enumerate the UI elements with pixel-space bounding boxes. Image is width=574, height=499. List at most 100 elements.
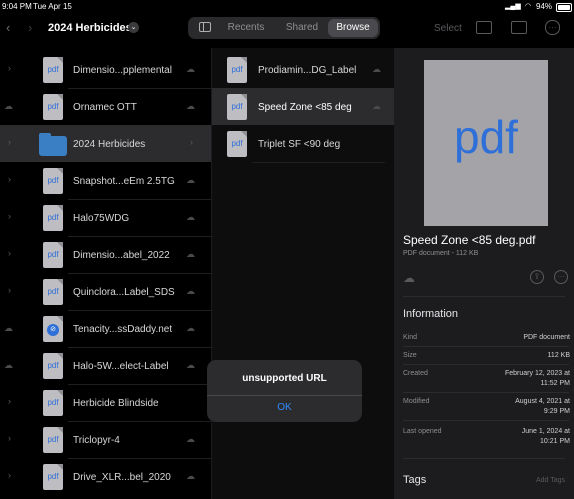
cloud-icon: ☁ — [4, 360, 13, 370]
cloud-download-icon[interactable]: ☁ — [186, 323, 195, 334]
file-name: Prodiamin...DG_Label — [258, 65, 357, 76]
info-value: February 12, 2023 at — [505, 370, 570, 377]
more-icon[interactable]: ··· — [554, 270, 568, 284]
add-tags-button[interactable]: Add Tags — [536, 477, 565, 484]
list-item[interactable]: pdf Triplet SF <90 deg — [212, 125, 395, 162]
list-item[interactable]: › pdf Halo75WDG ☁ — [0, 199, 211, 236]
battery-icon — [556, 3, 572, 12]
pdf-file-icon: pdf — [43, 168, 63, 194]
list-item[interactable]: › pdf Drive_XLR...bel_2020 ☁ — [0, 458, 211, 495]
tab-shared[interactable]: Shared — [276, 17, 328, 39]
chevron-right-icon: › — [8, 211, 11, 221]
info-value: PDF document — [523, 334, 570, 341]
info-label: Last opened — [403, 428, 442, 435]
file-name: Herbicide Blindside — [73, 398, 159, 409]
alert-title: unsupported URL — [242, 373, 327, 384]
chevron-down-icon[interactable]: ⌄ — [128, 22, 139, 33]
column-view-icon[interactable] — [511, 21, 527, 34]
pdf-file-icon: pdf — [43, 205, 63, 231]
pdf-file-icon: pdf — [43, 94, 63, 120]
list-item[interactable]: › pdf Triclopyr-4 ☁ — [0, 421, 211, 458]
chevron-right-icon: › — [8, 433, 11, 443]
cloud-download-icon[interactable]: ☁ — [186, 360, 195, 371]
folder-name: 2024 Herbicides — [73, 139, 146, 150]
info-value-time: 10:21 PM — [540, 438, 570, 445]
chevron-right-icon: › — [8, 285, 11, 295]
list-item[interactable]: › pdf Herbicide Blindside — [0, 384, 211, 421]
back-icon[interactable]: ‹ — [6, 20, 10, 35]
list-item[interactable]: › pdf Dimensio...abel_2022 ☁ — [0, 236, 211, 273]
file-name: Snapshot...eEm 2.5TG — [73, 176, 175, 187]
status-bar: 9:04 PM Tue Apr 15 ▂▄▆ ◠ 94% — [0, 0, 574, 14]
chevron-right-icon: › — [8, 248, 11, 258]
tab-browse[interactable]: Browse — [328, 19, 378, 37]
file-name: Triclopyr-4 — [73, 435, 120, 446]
wifi-icon: ◠ — [525, 3, 532, 10]
more-icon[interactable]: ··· — [545, 20, 560, 35]
list-item[interactable]: pdf Prodiamin...DG_Label ☁ — [212, 51, 395, 88]
sidebar-toggle-icon[interactable] — [194, 17, 216, 39]
information-header: Information — [403, 308, 459, 320]
tags-header: Tags — [403, 474, 427, 486]
file-name: Quinclora...Label_SDS — [73, 287, 175, 298]
folder-title[interactable]: 2024 Herbicides — [48, 22, 132, 34]
file-name: Drive_XLR...bel_2020 — [73, 472, 171, 483]
list-item[interactable]: ☁ pdf Halo-5W...elect-Label ☁ — [0, 347, 211, 384]
pdf-file-icon: pdf — [43, 353, 63, 379]
cloud-download-icon[interactable]: ☁ — [372, 64, 381, 75]
cloud-download-icon[interactable]: ☁ — [186, 212, 195, 223]
pdf-thumbnail: pdf — [424, 60, 548, 226]
file-column: › pdf Dimensio...pplemental ☁ ☁ pdf Orna… — [0, 48, 211, 499]
list-item[interactable]: › pdf Snapshot...eEm 2.5TG ☁ — [0, 162, 211, 199]
preview-subtitle: PDF document - 112 KB — [403, 250, 479, 257]
pdf-file-icon: pdf — [43, 427, 63, 453]
tab-recents[interactable]: Recents — [222, 17, 270, 39]
cloud-download-icon[interactable]: ☁ — [186, 175, 195, 186]
alert-ok-button[interactable]: OK — [207, 396, 362, 422]
status-date: Tue Apr 15 — [33, 2, 72, 11]
chevron-right-icon: › — [8, 470, 11, 480]
alert-dialog: unsupported URL OK — [207, 360, 362, 422]
view-segment: Recents Shared Browse — [188, 17, 380, 39]
folder-icon — [39, 133, 67, 156]
subfolder-column: pdf Prodiamin...DG_Label ☁ pdf Speed Zon… — [211, 48, 395, 499]
new-folder-icon[interactable] — [476, 21, 492, 34]
cloud-icon: ☁ — [4, 101, 13, 111]
share-icon[interactable]: ⇪ — [530, 270, 544, 284]
cloud-download-icon[interactable]: ☁ — [186, 434, 195, 445]
list-item-selected-folder[interactable]: › 2024 Herbicides › — [0, 125, 211, 162]
file-name: Ornamec OTT — [73, 102, 137, 113]
file-name: Speed Zone <85 deg — [258, 102, 352, 113]
preview-title: Speed Zone <85 deg.pdf — [403, 233, 536, 247]
file-name: Tenacity...ssDaddy.net — [73, 324, 173, 335]
forward-icon[interactable]: › — [28, 20, 32, 35]
cloud-icon: ☁ — [4, 323, 13, 333]
file-name: Halo-5W...elect-Label — [73, 361, 169, 372]
list-item[interactable]: › pdf Quinclora...Label_SDS ☁ — [0, 273, 211, 310]
list-item[interactable]: › pdf Dimensio...pplemental ☁ — [0, 51, 211, 88]
list-item[interactable]: ☁ pdf Ornamec OTT ☁ — [0, 88, 211, 125]
chevron-right-icon: › — [8, 137, 11, 147]
cloud-download-icon[interactable]: ☁ — [403, 271, 415, 285]
cloud-download-icon[interactable]: ☁ — [186, 101, 195, 112]
file-name: Dimensio...pplemental — [73, 65, 172, 76]
info-value-time: 11:52 PM — [540, 380, 570, 387]
info-label: Modified — [403, 398, 430, 405]
cloud-download-icon[interactable]: ☁ — [186, 249, 195, 260]
pdf-file-icon: pdf — [43, 464, 63, 490]
cloud-download-icon[interactable]: ☁ — [372, 101, 381, 112]
info-label: Size — [403, 352, 417, 359]
chevron-right-icon: › — [190, 137, 193, 147]
list-item-selected[interactable]: pdf Speed Zone <85 deg ☁ — [212, 88, 395, 125]
pdf-file-icon: pdf — [227, 131, 247, 157]
cloud-download-icon[interactable]: ☁ — [186, 64, 195, 75]
pdf-file-icon: pdf — [227, 57, 247, 83]
cloud-download-icon[interactable]: ☁ — [186, 286, 195, 297]
list-item[interactable]: ☁ ⊘ Tenacity...ssDaddy.net ☁ — [0, 310, 211, 347]
info-value: June 1, 2024 at — [521, 428, 570, 435]
pdf-file-icon: pdf — [43, 390, 63, 416]
select-button[interactable]: Select — [434, 23, 462, 34]
info-label: Kind — [403, 334, 418, 341]
cloud-download-icon[interactable]: ☁ — [186, 471, 195, 482]
signal-icon: ▂▄▆ — [505, 3, 521, 10]
